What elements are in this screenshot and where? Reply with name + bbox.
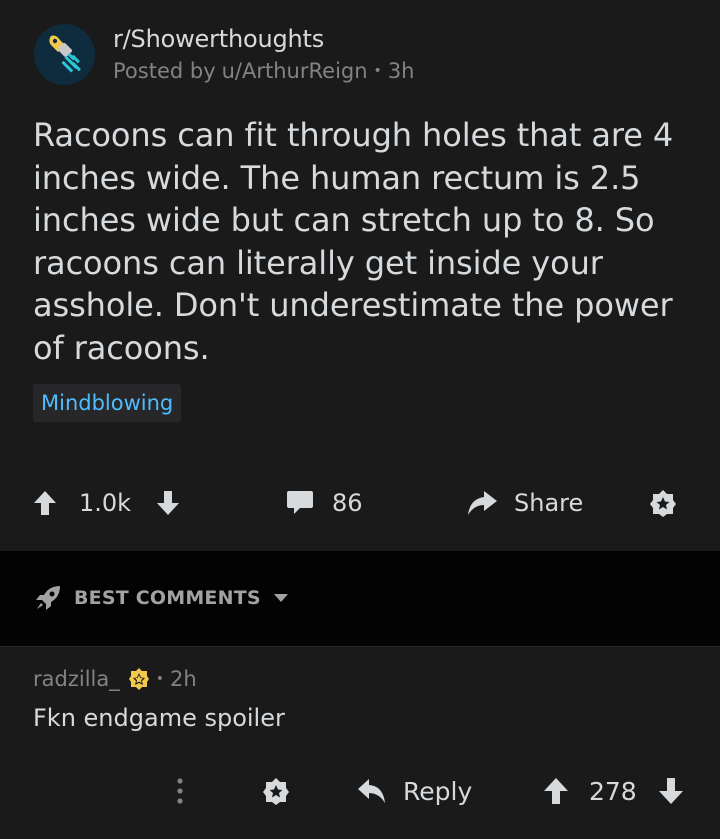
- post-meta: Posted by u/ArthurReign • 3h: [113, 56, 414, 86]
- comment: radzilla_ • 2h Fkn endgame spoiler Reply…: [0, 647, 720, 839]
- posted-by-prefix: Posted by: [113, 59, 216, 83]
- subreddit-name[interactable]: r/Showerthoughts: [113, 22, 414, 56]
- share-icon: [468, 491, 497, 515]
- post: r/Showerthoughts Posted by u/ArthurReign…: [0, 0, 720, 551]
- comment-sort-bar[interactable]: BEST COMMENTS: [0, 551, 720, 647]
- comment-award-button[interactable]: [261, 769, 291, 813]
- comment-upvote-button[interactable]: 278: [543, 769, 637, 813]
- subreddit-icon[interactable]: [34, 23, 95, 85]
- post-title[interactable]: Racoons can fit through holes that are 4…: [33, 114, 703, 369]
- award-button[interactable]: [648, 480, 678, 526]
- post-score: 1.0k: [79, 489, 132, 517]
- comment-actions-bar: Reply 278: [0, 769, 720, 813]
- comment-score: 278: [589, 776, 637, 806]
- upvote-icon: [34, 491, 56, 515]
- gold-award-icon: [128, 668, 149, 690]
- comment-body[interactable]: Fkn endgame spoiler: [33, 704, 285, 732]
- sort-label: BEST COMMENTS: [74, 587, 261, 609]
- post-age: 3h: [387, 59, 415, 83]
- rocket-icon: [36, 586, 60, 610]
- reply-label: Reply: [403, 776, 473, 806]
- comment-icon: [287, 491, 313, 514]
- comments-button[interactable]: 86: [286, 480, 363, 526]
- separator-dot: •: [155, 671, 164, 687]
- comment-sort-control[interactable]: BEST COMMENTS: [34, 584, 289, 612]
- separator-dot: •: [373, 63, 382, 79]
- post-actions-bar: 1.0k 86 Share: [0, 480, 720, 526]
- more-options-button[interactable]: [170, 769, 190, 813]
- more-vertical-icon: [177, 778, 183, 804]
- downvote-icon: [157, 491, 179, 515]
- downvote-icon: [659, 778, 683, 804]
- post-flair[interactable]: Mindblowing: [33, 384, 182, 422]
- comment-meta: radzilla_ • 2h: [33, 667, 197, 691]
- upvote-button[interactable]: [33, 480, 57, 526]
- post-header: r/Showerthoughts Posted by u/ArthurReign…: [34, 22, 414, 86]
- downvote-button[interactable]: [156, 480, 180, 526]
- reply-button[interactable]: Reply: [357, 769, 472, 813]
- share-label: Share: [514, 489, 584, 517]
- chevron-down-icon: [273, 594, 288, 602]
- comment-downvote-button[interactable]: [658, 769, 684, 813]
- share-button[interactable]: Share: [466, 480, 583, 526]
- upvote-icon: [544, 778, 568, 804]
- comment-count: 86: [332, 489, 363, 517]
- post-header-text: r/Showerthoughts Posted by u/ArthurReign…: [113, 22, 414, 86]
- comment-author[interactable]: radzilla_: [33, 667, 120, 691]
- comment-age: 2h: [170, 667, 197, 691]
- award-icon: [650, 490, 676, 517]
- reply-icon: [358, 779, 385, 803]
- award-icon: [263, 778, 289, 805]
- post-author[interactable]: u/ArthurReign: [222, 56, 368, 86]
